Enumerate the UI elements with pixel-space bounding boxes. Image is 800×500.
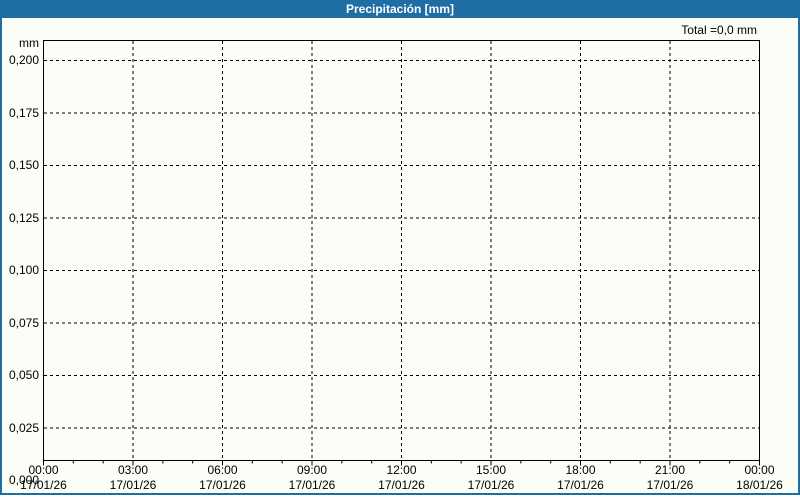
x-date-label: 17/01/26 (288, 478, 336, 492)
x-time-label: 00:00 (744, 463, 775, 477)
y-tick-label: 0,075 (8, 315, 39, 330)
x-time-label: 18:00 (565, 463, 596, 477)
x-time-label: 15:00 (475, 463, 507, 477)
x-time-label: 09:00 (296, 463, 328, 477)
x-time-label: 03:00 (117, 463, 149, 477)
x-date-label: 18/01/26 (736, 478, 783, 492)
y-tick-label: 0,050 (8, 368, 39, 382)
x-time-label: 21:00 (654, 463, 686, 477)
x-time-label: 00:00 (28, 463, 59, 477)
x-date-label: 17/01/26 (109, 478, 157, 492)
x-time-label: 06:00 (207, 463, 238, 477)
y-tick-label: 0,100 (8, 263, 39, 277)
x-time-label: 12:00 (386, 463, 417, 477)
plot-grid (43, 40, 760, 466)
x-date-label: 17/01/26 (378, 478, 425, 492)
y-tick-label: 0,025 (8, 420, 39, 435)
y-tick-label: 0,200 (8, 53, 39, 67)
y-tick-label: 0,125 (8, 210, 39, 225)
x-date-label: 17/01/26 (557, 478, 604, 492)
x-date-label: 17/01/26 (646, 478, 694, 492)
y-tick-label: 0,150 (8, 158, 39, 172)
window-border-left (0, 18, 2, 495)
y-tick-label: 0,175 (8, 105, 39, 120)
window-border-bottom (0, 493, 800, 495)
chart-title: Precipitación [mm] (345, 2, 455, 16)
y-axis-unit-label: mm (19, 36, 39, 50)
x-date-label: 17/01/26 (199, 478, 246, 492)
x-date-label: 17/01/26 (20, 478, 67, 492)
total-label: Total =0,0 mm (681, 23, 757, 37)
chart-title-bar: Precipitación [mm] (0, 0, 800, 18)
x-date-label: 17/01/26 (467, 478, 515, 492)
chart-window: Precipitación [mm] Total =0,0 mm mm 0,20… (0, 0, 800, 495)
